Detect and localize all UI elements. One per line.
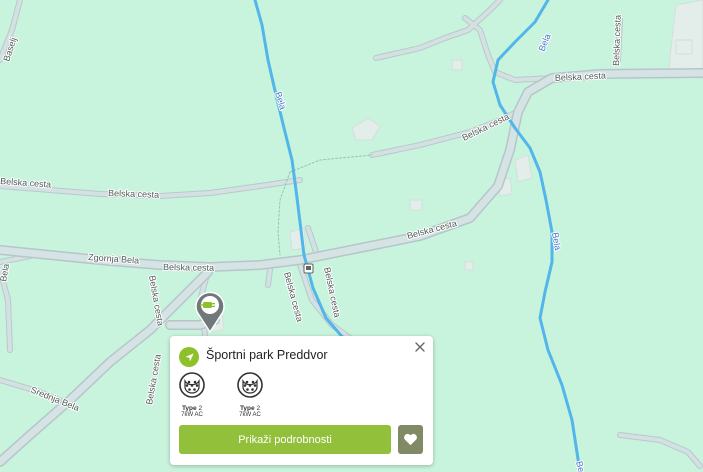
connector-item: Type 2 7kW AC: [235, 372, 265, 418]
bus-stop-icon[interactable]: [303, 263, 314, 274]
connector-type: Type 2: [181, 405, 203, 412]
station-popup: Športni park Preddvor Type 2 7kW AC Type…: [170, 336, 433, 465]
type2-plug-icon: [179, 372, 205, 398]
show-details-button[interactable]: Prikaži podrobnosti: [179, 425, 391, 454]
connector-item: Type 2 7kW AC: [177, 372, 207, 418]
connector-type: Type 2: [239, 405, 261, 412]
type2-plug-icon: [237, 372, 263, 398]
navigation-arrow-icon: [184, 352, 194, 362]
navigate-button[interactable]: [179, 347, 199, 367]
connector-power: 7kW AC: [239, 412, 261, 418]
close-icon[interactable]: [413, 340, 427, 354]
heart-icon: [404, 433, 417, 446]
charging-station-marker[interactable]: [193, 291, 227, 334]
label-belska-cesta-main-left: Belska cesta: [163, 262, 214, 273]
favorite-button[interactable]: [398, 425, 423, 454]
connector-power: 7kW AC: [181, 412, 203, 418]
station-title: Športni park Preddvor: [206, 348, 328, 362]
ev-charging-plug-icon: [195, 291, 225, 334]
label-belska-cesta-left-mid: Belska cesta: [108, 188, 159, 200]
label-belska-cesta-vertical-right: Belska cesta: [611, 15, 623, 66]
